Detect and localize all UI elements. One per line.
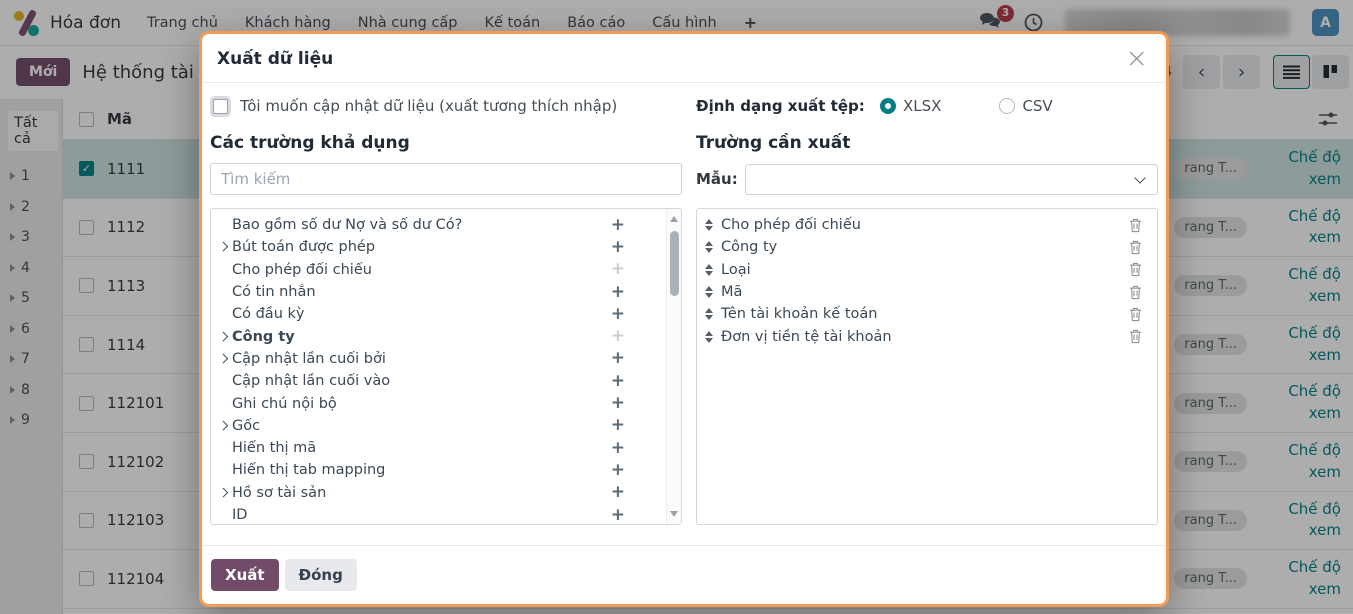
scroll-up-icon[interactable] — [670, 216, 678, 222]
format-label: Định dạng xuất tệp: — [696, 97, 880, 115]
available-field-row[interactable]: Hồ sơ tài sản + — [211, 482, 681, 504]
drag-handle-icon[interactable] — [705, 331, 713, 343]
export-fields-column: Định dạng xuất tệp: XLSX CSV Trường cần … — [696, 95, 1158, 545]
remove-field-icon[interactable] — [1129, 218, 1142, 233]
scroll-down-icon[interactable] — [670, 511, 678, 517]
import-compatible-option[interactable]: Tôi muốn cập nhật dữ liệu (xuất tương th… — [210, 95, 682, 117]
add-field-icon[interactable]: + — [611, 350, 625, 367]
available-fields-column: Tôi muốn cập nhật dữ liệu (xuất tương th… — [210, 95, 682, 545]
format-option-xlsx[interactable]: XLSX — [880, 97, 941, 115]
remove-field-icon[interactable] — [1129, 329, 1142, 344]
expand-caret-icon[interactable] — [218, 486, 232, 500]
available-field-row[interactable]: Ghi chú nội bộ + — [211, 392, 681, 414]
add-field-icon[interactable]: + — [611, 217, 625, 234]
available-field-row[interactable]: Bút toán được phép + — [211, 236, 681, 258]
add-field-icon[interactable]: + — [611, 484, 625, 501]
scrollbar-thumb[interactable] — [670, 231, 679, 296]
expand-caret-icon[interactable] — [218, 352, 232, 366]
radio-icon[interactable] — [999, 98, 1015, 114]
export-format-row: Định dạng xuất tệp: XLSX CSV — [696, 95, 1158, 117]
available-fields-title: Các trường khả dụng — [210, 133, 682, 153]
add-field-icon[interactable]: + — [611, 306, 625, 323]
add-field-icon[interactable]: + — [611, 417, 625, 434]
available-field-row[interactable]: Có đầu kỳ + — [211, 303, 681, 325]
drag-handle-icon[interactable] — [705, 219, 713, 231]
add-field-icon[interactable]: + — [611, 440, 625, 457]
available-field-row[interactable]: Có tin nhắn + — [211, 281, 681, 303]
available-field-row[interactable]: Cập nhật lần cuối vào + — [211, 370, 681, 392]
add-field-icon[interactable]: + — [611, 507, 625, 524]
export-field-row[interactable]: Mã — [697, 281, 1157, 303]
template-label: Mẫu: — [696, 170, 745, 188]
add-field-icon[interactable]: + — [611, 462, 625, 479]
drag-handle-icon[interactable] — [705, 286, 713, 298]
export-field-row[interactable]: Công ty — [697, 236, 1157, 258]
field-search-input[interactable] — [210, 163, 682, 195]
export-field-row[interactable]: Loại — [697, 259, 1157, 281]
available-field-row[interactable]: Hiển thị tab mapping + — [211, 459, 681, 481]
drag-handle-icon[interactable] — [705, 241, 713, 253]
export-fields-title: Trường cần xuất — [696, 133, 1158, 153]
export-field-row[interactable]: Tên tài khoản kế toán — [697, 303, 1157, 325]
available-field-row[interactable]: ID + — [211, 504, 681, 525]
add-field-icon[interactable]: + — [611, 239, 625, 256]
expand-caret-icon[interactable] — [218, 330, 232, 344]
template-select[interactable] — [745, 164, 1158, 195]
add-field-icon[interactable]: + — [611, 328, 625, 345]
expand-caret-icon[interactable] — [218, 240, 232, 254]
import-compatible-label: Tôi muốn cập nhật dữ liệu (xuất tương th… — [240, 97, 617, 115]
drag-handle-icon[interactable] — [705, 308, 713, 320]
available-field-row[interactable]: Cập nhật lần cuối bởi + — [211, 348, 681, 370]
add-field-icon[interactable]: + — [611, 284, 625, 301]
export-field-row[interactable]: Cho phép đối chiếu — [697, 214, 1157, 236]
available-field-row[interactable]: Cho phép đối chiếu + — [211, 259, 681, 281]
add-field-icon[interactable]: + — [611, 261, 625, 278]
available-fields-list: Bao gồm số dư Nợ và số dư Có? + Bút toán… — [210, 208, 682, 525]
drag-handle-icon[interactable] — [705, 264, 713, 276]
remove-field-icon[interactable] — [1129, 262, 1142, 277]
remove-field-icon[interactable] — [1129, 307, 1142, 322]
remove-field-icon[interactable] — [1129, 240, 1142, 255]
available-field-row[interactable]: Công ty + — [211, 325, 681, 347]
available-field-row[interactable]: Hiển thị mã + — [211, 437, 681, 459]
close-icon[interactable]: × — [1125, 49, 1148, 69]
export-fields-list: Cho phép đối chiếu Công ty Loại Mã — [696, 208, 1158, 525]
radio-icon[interactable] — [880, 98, 896, 114]
expand-caret-icon[interactable] — [218, 419, 232, 433]
add-field-icon[interactable]: + — [611, 395, 625, 412]
list-scrollbar[interactable] — [666, 209, 681, 524]
add-field-icon[interactable]: + — [611, 373, 625, 390]
export-dialog: Xuất dữ liệu × Tôi muốn cập nhật dữ liệu… — [199, 31, 1169, 607]
available-field-row[interactable]: Gốc + — [211, 415, 681, 437]
format-option-csv[interactable]: CSV — [999, 97, 1052, 115]
dialog-title: Xuất dữ liệu — [217, 49, 333, 69]
import-compatible-checkbox[interactable] — [213, 99, 228, 114]
remove-field-icon[interactable] — [1129, 285, 1142, 300]
export-button[interactable]: Xuất — [211, 559, 279, 591]
export-field-row[interactable]: Đơn vị tiền tệ tài khoản — [697, 325, 1157, 347]
close-button[interactable]: Đóng — [285, 559, 357, 591]
available-field-row[interactable]: Bao gồm số dư Nợ và số dư Có? + — [211, 214, 681, 236]
